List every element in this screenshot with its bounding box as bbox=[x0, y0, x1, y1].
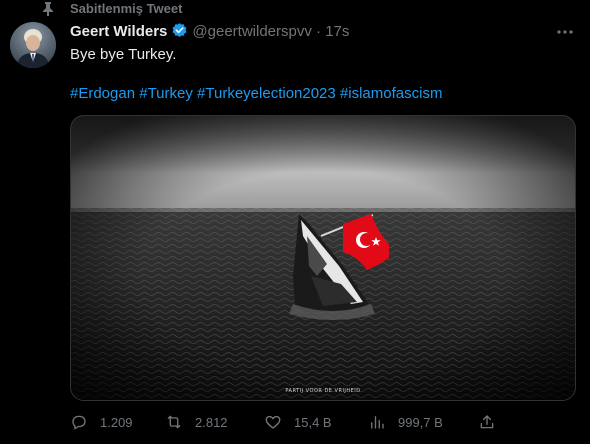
retweet-button[interactable]: 2.812 bbox=[165, 410, 228, 434]
like-count: 15,4 B bbox=[294, 414, 332, 430]
tweet-timestamp[interactable]: 17s bbox=[325, 23, 349, 40]
retweet-count: 2.812 bbox=[195, 414, 228, 430]
hashtag-link[interactable]: #Erdogan bbox=[70, 85, 135, 102]
hashtag-link[interactable]: #Turkeyelection2023 bbox=[197, 85, 336, 102]
hashtag-link[interactable]: #Turkey bbox=[139, 85, 193, 102]
tweet-text: Bye bye Turkey. bbox=[70, 46, 177, 63]
like-button[interactable]: 15,4 B bbox=[264, 410, 332, 434]
views-chart-icon bbox=[371, 416, 384, 429]
pin-icon bbox=[43, 2, 53, 16]
view-count: 999,7 B bbox=[398, 414, 443, 430]
reply-count: 1.209 bbox=[100, 414, 133, 430]
separator-dot: · bbox=[316, 23, 322, 40]
share-icon bbox=[480, 415, 494, 429]
share-button[interactable] bbox=[478, 410, 496, 434]
avatar[interactable] bbox=[10, 22, 56, 68]
retweet-icon bbox=[167, 415, 181, 429]
reply-icon bbox=[72, 415, 86, 430]
pinned-indicator: Sabitlenmiş Tweet bbox=[0, 0, 590, 18]
media-watermark: PARTIJ VOOR DE VRIJHEID bbox=[285, 388, 361, 394]
author-handle[interactable]: @geertwilderspvv bbox=[192, 23, 311, 40]
views-button[interactable]: 999,7 B bbox=[368, 410, 443, 434]
more-options-icon[interactable] bbox=[556, 27, 574, 37]
tweet-action-bar: 1.209 2.812 15,4 B 999,7 B bbox=[70, 410, 576, 434]
tweet-media-image[interactable]: PARTIJ VOOR DE VRIJHEID bbox=[70, 115, 576, 401]
hashtag-link[interactable]: #islamofascism bbox=[340, 85, 443, 102]
author-name[interactable]: Geert Wilders bbox=[70, 23, 167, 40]
heart-icon bbox=[265, 415, 281, 429]
verified-badge-icon bbox=[172, 23, 187, 37]
pinned-label: Sabitlenmiş Tweet bbox=[70, 1, 183, 16]
reply-button[interactable]: 1.209 bbox=[70, 410, 133, 434]
hashtag-list: #Erdogan #Turkey #Turkeyelection2023 #is… bbox=[70, 84, 442, 104]
sinking-ship-photo bbox=[71, 116, 575, 400]
author-line: Geert Wilders @geertwilderspvv · 17s bbox=[70, 22, 349, 42]
